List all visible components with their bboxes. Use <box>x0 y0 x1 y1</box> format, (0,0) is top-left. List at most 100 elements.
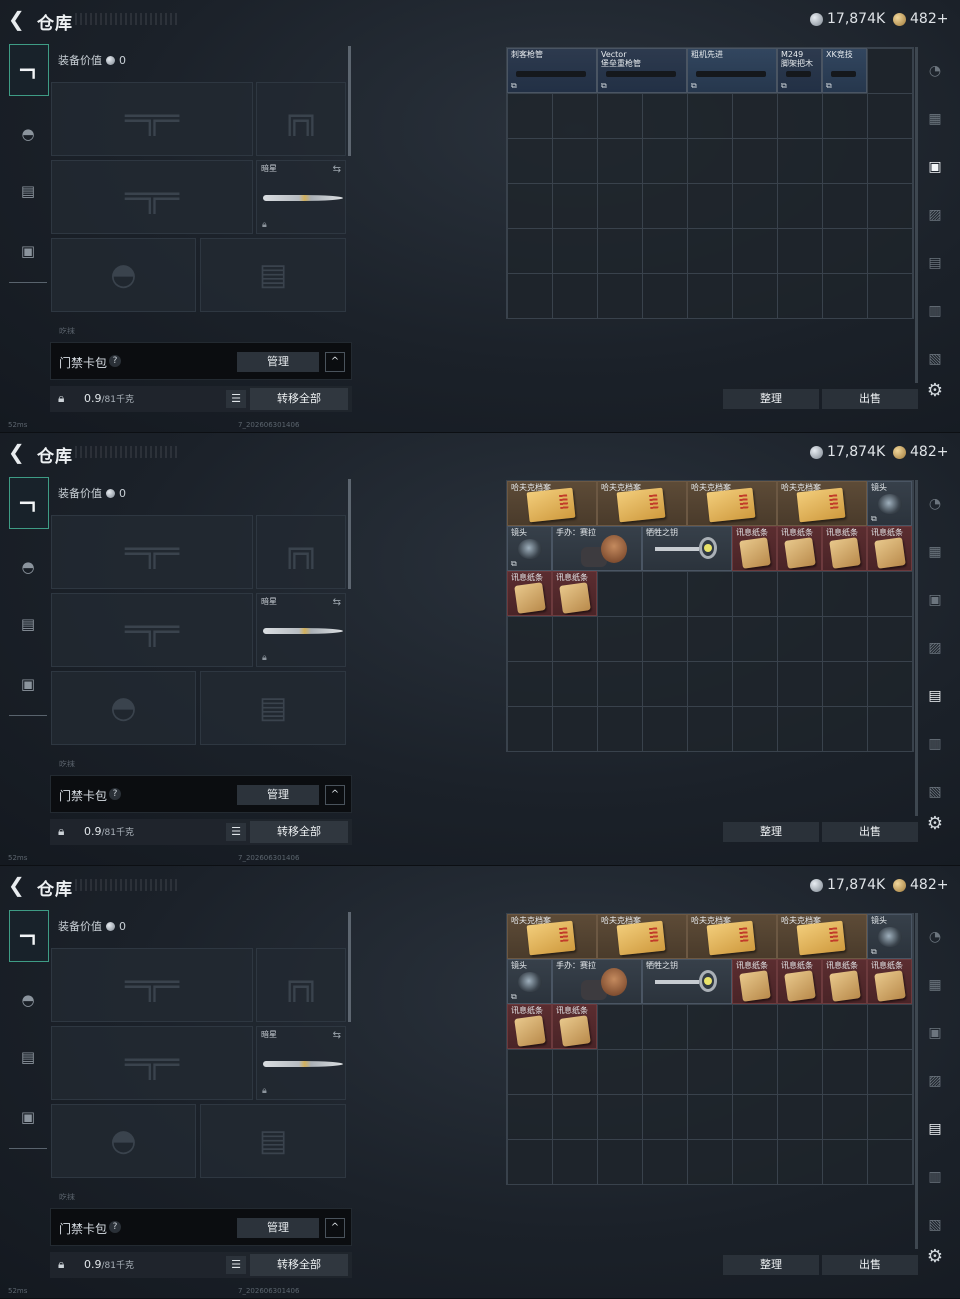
helmet-storage-icon[interactable]: ◔ <box>920 55 950 87</box>
inventory-item[interactable]: 讯息纸条 <box>867 959 912 1004</box>
helmet-storage-icon[interactable]: ◔ <box>920 488 950 520</box>
inventory-item[interactable]: 讯息纸条 <box>732 959 777 1004</box>
warehouse-scrollbar[interactable] <box>915 480 918 816</box>
inventory-item[interactable]: 镜头 ⧉ <box>507 526 552 571</box>
manage-button[interactable]: 管理 <box>237 1218 319 1238</box>
case-storage-icon[interactable]: ▥ <box>920 295 950 327</box>
warehouse-grid[interactable]: 哈夫克档案 哈夫克档案 哈夫克档案 哈夫克档案 镜头 ⧉ 镜头 ⧉ 手办：赛拉 牺牲之钥 讯息纸条讯… <box>506 480 914 752</box>
warehouse-grid[interactable]: 刺客枪管 ⧉ Vector 堡垒重枪管 ⧉ 粗机先进 ⧉ M249 脚架把木 ⧉ XK竞技 ⧉ <box>506 47 914 319</box>
armor-slot[interactable]: ▤ <box>200 1104 346 1178</box>
armor-storage-icon[interactable]: ▦ <box>920 103 950 135</box>
weapon-storage-icon[interactable]: ▤ <box>920 1113 950 1145</box>
list-icon[interactable]: ☰ <box>226 823 246 841</box>
inventory-item[interactable]: 哈夫克档案 <box>507 481 597 526</box>
pistol-slot[interactable]: ╔╗ <box>256 515 346 589</box>
weapon-storage-icon[interactable]: ▤ <box>920 247 950 279</box>
transfer-all-button[interactable]: 转移全部 <box>250 1254 348 1276</box>
armor-storage-icon[interactable]: ▦ <box>920 536 950 568</box>
gear-icon[interactable]: ⚙ <box>924 380 946 402</box>
manage-button[interactable]: 管理 <box>237 785 319 805</box>
transfer-all-button[interactable]: 转移全部 <box>250 821 348 843</box>
weapon-category-icon[interactable]: ━┓ <box>9 910 49 962</box>
armor-slot[interactable]: ▤ <box>200 238 346 312</box>
help-icon[interactable]: ? <box>109 355 121 367</box>
melee-slot[interactable]: 暗星 ⇆ 🔒︎ <box>256 593 346 667</box>
lock-icon[interactable]: 🔒︎ <box>58 824 64 839</box>
back-arrow-icon[interactable]: ❮ <box>8 441 30 463</box>
inventory-item[interactable]: XK竞技 ⧉ <box>822 48 867 93</box>
weapon-category-icon[interactable]: ━┓ <box>9 477 49 529</box>
melee-slot[interactable]: 暗星 ⇆ 🔒︎ <box>256 160 346 234</box>
inventory-item[interactable]: 讯息纸条 <box>777 959 822 1004</box>
list-icon[interactable]: ☰ <box>226 390 246 408</box>
back-arrow-icon[interactable]: ❮ <box>8 874 30 896</box>
chevron-up-icon[interactable]: ^ <box>325 352 345 372</box>
back-arrow-icon[interactable]: ❮ <box>8 8 30 30</box>
armor-category-icon[interactable]: ▤ <box>9 166 47 216</box>
inventory-item[interactable]: 哈夫克档案 <box>687 914 777 959</box>
melee-slot[interactable]: 暗星 ⇆ 🔒︎ <box>256 1026 346 1100</box>
armor-storage-icon[interactable]: ▦ <box>920 969 950 1001</box>
equipment-scrollbar[interactable] <box>348 479 351 589</box>
list-icon[interactable]: ☰ <box>226 1256 246 1274</box>
helmet-slot[interactable]: ◓ <box>51 671 196 745</box>
sell-button[interactable]: 出售 <box>822 1255 918 1275</box>
swap-icon[interactable]: ⇆ <box>333 597 341 608</box>
armor-slot[interactable]: ▤ <box>200 671 346 745</box>
briefcase-category-icon[interactable]: ▣ <box>9 659 47 709</box>
inventory-item[interactable]: 讯息纸条 <box>822 959 867 1004</box>
primary-weapon-slot[interactable]: ═╦═ <box>51 515 253 589</box>
weapon-category-icon[interactable]: ━┓ <box>9 44 49 96</box>
rig-storage-icon[interactable]: ▨ <box>920 632 950 664</box>
inventory-item[interactable]: 讯息纸条 <box>507 1004 552 1049</box>
bag-storage-icon[interactable]: ▣ <box>920 151 950 183</box>
chevron-up-icon[interactable]: ^ <box>325 785 345 805</box>
inventory-item[interactable]: Vector 堡垒重枪管 ⧉ <box>597 48 687 93</box>
secondary-weapon-slot[interactable]: ═╦═ <box>51 593 253 667</box>
helmet-slot[interactable]: ◓ <box>51 1104 196 1178</box>
misc-storage-icon[interactable]: ▧ <box>920 1209 950 1241</box>
inventory-item[interactable]: 镜头 ⧉ <box>507 959 552 1004</box>
inventory-item[interactable]: 牺牲之钥 <box>642 526 732 571</box>
inventory-item[interactable]: 哈夫克档案 <box>777 914 867 959</box>
helmet-category-icon[interactable]: ◓ <box>9 542 47 592</box>
inventory-item[interactable]: 讯息纸条 <box>552 1004 597 1049</box>
armor-category-icon[interactable]: ▤ <box>9 599 47 649</box>
inventory-item[interactable]: 哈夫克档案 <box>507 914 597 959</box>
inventory-item[interactable]: 手办：赛拉 <box>552 959 642 1004</box>
transfer-all-button[interactable]: 转移全部 <box>250 388 348 410</box>
lock-icon[interactable]: 🔒︎ <box>58 391 64 406</box>
chevron-up-icon[interactable]: ^ <box>325 1218 345 1238</box>
equipment-scrollbar[interactable] <box>348 912 351 1022</box>
armor-category-icon[interactable]: ▤ <box>9 1032 47 1082</box>
equipment-scrollbar[interactable] <box>348 46 351 156</box>
inventory-item[interactable]: 哈夫克档案 <box>777 481 867 526</box>
bag-storage-icon[interactable]: ▣ <box>920 584 950 616</box>
inventory-item[interactable]: 哈夫克档案 <box>597 481 687 526</box>
swap-icon[interactable]: ⇆ <box>333 164 341 175</box>
inventory-item[interactable]: 讯息纸条 <box>777 526 822 571</box>
bag-storage-icon[interactable]: ▣ <box>920 1017 950 1049</box>
helmet-storage-icon[interactable]: ◔ <box>920 921 950 953</box>
inventory-item[interactable]: 讯息纸条 <box>732 526 777 571</box>
warehouse-scrollbar[interactable] <box>915 913 918 1249</box>
inventory-item[interactable]: 粗机先进 ⧉ <box>687 48 777 93</box>
gear-icon[interactable]: ⚙ <box>924 1246 946 1268</box>
primary-weapon-slot[interactable]: ═╦═ <box>51 948 253 1022</box>
weapon-storage-icon[interactable]: ▤ <box>920 680 950 712</box>
sort-button[interactable]: 整理 <box>723 1255 819 1275</box>
case-storage-icon[interactable]: ▥ <box>920 1161 950 1193</box>
helmet-category-icon[interactable]: ◓ <box>9 975 47 1025</box>
primary-weapon-slot[interactable]: ═╦═ <box>51 82 253 156</box>
case-storage-icon[interactable]: ▥ <box>920 728 950 760</box>
warehouse-scrollbar[interactable] <box>915 47 918 383</box>
inventory-item[interactable]: 手办：赛拉 <box>552 526 642 571</box>
briefcase-category-icon[interactable]: ▣ <box>9 1092 47 1142</box>
sort-button[interactable]: 整理 <box>723 389 819 409</box>
secondary-weapon-slot[interactable]: ═╦═ <box>51 1026 253 1100</box>
misc-storage-icon[interactable]: ▧ <box>920 776 950 808</box>
swap-icon[interactable]: ⇆ <box>333 1030 341 1041</box>
inventory-item[interactable]: M249 脚架把木 ⧉ <box>777 48 822 93</box>
inventory-item[interactable]: 镜头 ⧉ <box>867 914 912 959</box>
rig-storage-icon[interactable]: ▨ <box>920 199 950 231</box>
